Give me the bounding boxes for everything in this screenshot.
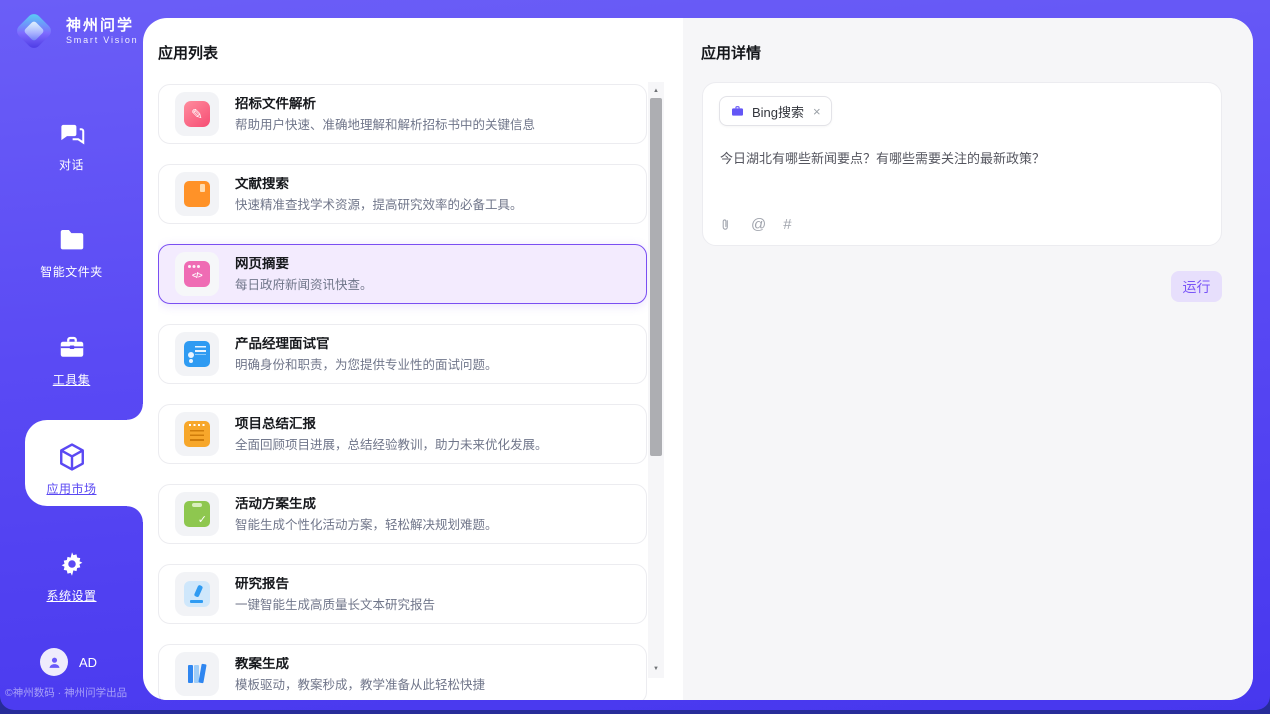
app-card-research-report[interactable]: 研究报告 一键智能生成高质量长文本研究报告 <box>158 564 647 624</box>
app-card-title: 文献搜索 <box>235 177 523 191</box>
app-card-literature-search[interactable]: 文献搜索 快速精准查找学术资源，提高研究效率的必备工具。 <box>158 164 647 224</box>
app-card-title: 活动方案生成 <box>235 497 498 511</box>
avatar[interactable] <box>40 648 68 676</box>
query-text[interactable]: 今日湖北有哪些新闻要点？有哪些需要关注的最新政策？ <box>720 150 1201 168</box>
run-button[interactable]: 运行 <box>1171 271 1222 302</box>
brand-logo-icon <box>14 11 54 51</box>
cube-icon <box>55 441 89 473</box>
app-card-title: 项目总结汇报 <box>235 417 548 431</box>
scrollbar-thumb[interactable] <box>650 98 662 456</box>
app-detail-title: 应用详情 <box>701 42 761 63</box>
app-card-title: 教案生成 <box>235 657 485 671</box>
app-card-title: 产品经理面试官 <box>235 337 498 351</box>
app-card-lesson-plan[interactable]: 教案生成 模板驱动，教案秒成，教学准备从此轻松快捷 <box>158 644 647 700</box>
briefcase-icon <box>730 104 745 119</box>
hash-icon[interactable]: # <box>783 217 791 232</box>
app-card-event-plan[interactable]: 活动方案生成 智能生成个性化活动方案，轻松解决规划难题。 <box>158 484 647 544</box>
app-card-title: 研究报告 <box>235 577 435 591</box>
notepad-icon <box>184 421 210 447</box>
brand-subtitle: Smart Vision <box>66 35 138 45</box>
app-card-webpage-summary[interactable]: 网页摘要 每日政府新闻资讯快查。 <box>158 244 647 304</box>
tag-close-icon[interactable]: × <box>813 104 821 119</box>
folder-icon <box>57 224 87 256</box>
paperclip-icon[interactable] <box>720 216 734 233</box>
scroll-down-icon[interactable]: ▼ <box>648 662 664 676</box>
app-card-title: 招标文件解析 <box>235 97 535 111</box>
app-card-description: 明确身份和职责，为您提供专业性的面试问题。 <box>235 359 498 372</box>
app-card-pm-interviewer[interactable]: 产品经理面试官 明确身份和职责，为您提供专业性的面试问题。 <box>158 324 647 384</box>
scroll-up-icon[interactable]: ▲ <box>648 84 664 98</box>
tender-doc-icon <box>184 101 210 127</box>
query-input-card[interactable]: Bing搜索 × 今日湖北有哪些新闻要点？有哪些需要关注的最新政策？ @ # <box>702 82 1222 246</box>
app-card-description: 全面回顾项目进展，总结经验教训，助力未来优化发展。 <box>235 439 548 452</box>
webpage-icon <box>184 261 210 287</box>
app-card-title: 网页摘要 <box>235 257 373 271</box>
app-card-list: 招标文件解析 帮助用户快速、准确地理解和解析招标书中的关键信息 文献搜索 快速精… <box>158 84 650 700</box>
sidebar-item-chat[interactable]: 对话 <box>0 98 143 192</box>
sidebar: 神州问学 Smart Vision 对话 智能文件夹 工具集 应用市场 系统设置… <box>0 0 143 710</box>
book-icon <box>184 181 210 207</box>
app-list-scrollbar[interactable]: ▲ ▼ <box>648 82 664 678</box>
clipboard-icon <box>184 501 210 527</box>
input-toolbar: @ # <box>720 216 792 233</box>
app-detail-panel: 应用详情 Bing搜索 × 今日湖北有哪些新闻要点？有哪些需要关注的最新政策？ … <box>683 18 1253 700</box>
toolbox-icon <box>57 332 87 364</box>
app-card-description: 每日政府新闻资讯快查。 <box>235 279 373 292</box>
brand: 神州问学 Smart Vision <box>16 13 138 49</box>
chat-icon <box>57 117 87 149</box>
resume-icon <box>184 341 210 367</box>
books-icon <box>184 661 210 687</box>
user-initials: AD <box>79 655 97 670</box>
microscope-icon <box>184 581 210 607</box>
user-icon <box>47 655 62 670</box>
tool-tag-bing-search[interactable]: Bing搜索 × <box>719 96 832 126</box>
sidebar-item-smart-folder[interactable]: 智能文件夹 <box>0 205 143 299</box>
user-profile[interactable]: AD <box>40 648 97 676</box>
app-frame: 神州问学 Smart Vision 对话 智能文件夹 工具集 应用市场 系统设置… <box>0 0 1270 710</box>
brand-name: 神州问学 <box>66 17 138 35</box>
app-card-project-summary[interactable]: 项目总结汇报 全面回顾项目进展，总结经验教训，助力未来优化发展。 <box>158 404 647 464</box>
tool-tag-label: Bing搜索 <box>752 102 804 121</box>
sidebar-item-system-settings[interactable]: 系统设置 <box>0 529 143 623</box>
app-card-description: 智能生成个性化活动方案，轻松解决规划难题。 <box>235 519 498 532</box>
sidebar-footer: ©神州数码 · 神州问学出品 <box>5 685 127 700</box>
app-card-description: 快速精准查找学术资源，提高研究效率的必备工具。 <box>235 199 523 212</box>
mention-icon[interactable]: @ <box>751 217 766 232</box>
app-card-description: 一键智能生成高质量长文本研究报告 <box>235 599 435 612</box>
app-card-tender-doc-analysis[interactable]: 招标文件解析 帮助用户快速、准确地理解和解析招标书中的关键信息 <box>158 84 647 144</box>
app-list-title: 应用列表 <box>158 42 218 63</box>
content-surface: 应用列表 招标文件解析 帮助用户快速、准确地理解和解析招标书中的关键信息 文献搜… <box>143 18 1253 700</box>
app-card-description: 模板驱动，教案秒成，教学准备从此轻松快捷 <box>235 679 485 692</box>
sidebar-item-toolset[interactable]: 工具集 <box>0 313 143 407</box>
sidebar-item-app-market[interactable]: 应用市场 <box>0 422 143 516</box>
gear-icon <box>57 548 87 580</box>
app-card-description: 帮助用户快速、准确地理解和解析招标书中的关键信息 <box>235 119 535 132</box>
